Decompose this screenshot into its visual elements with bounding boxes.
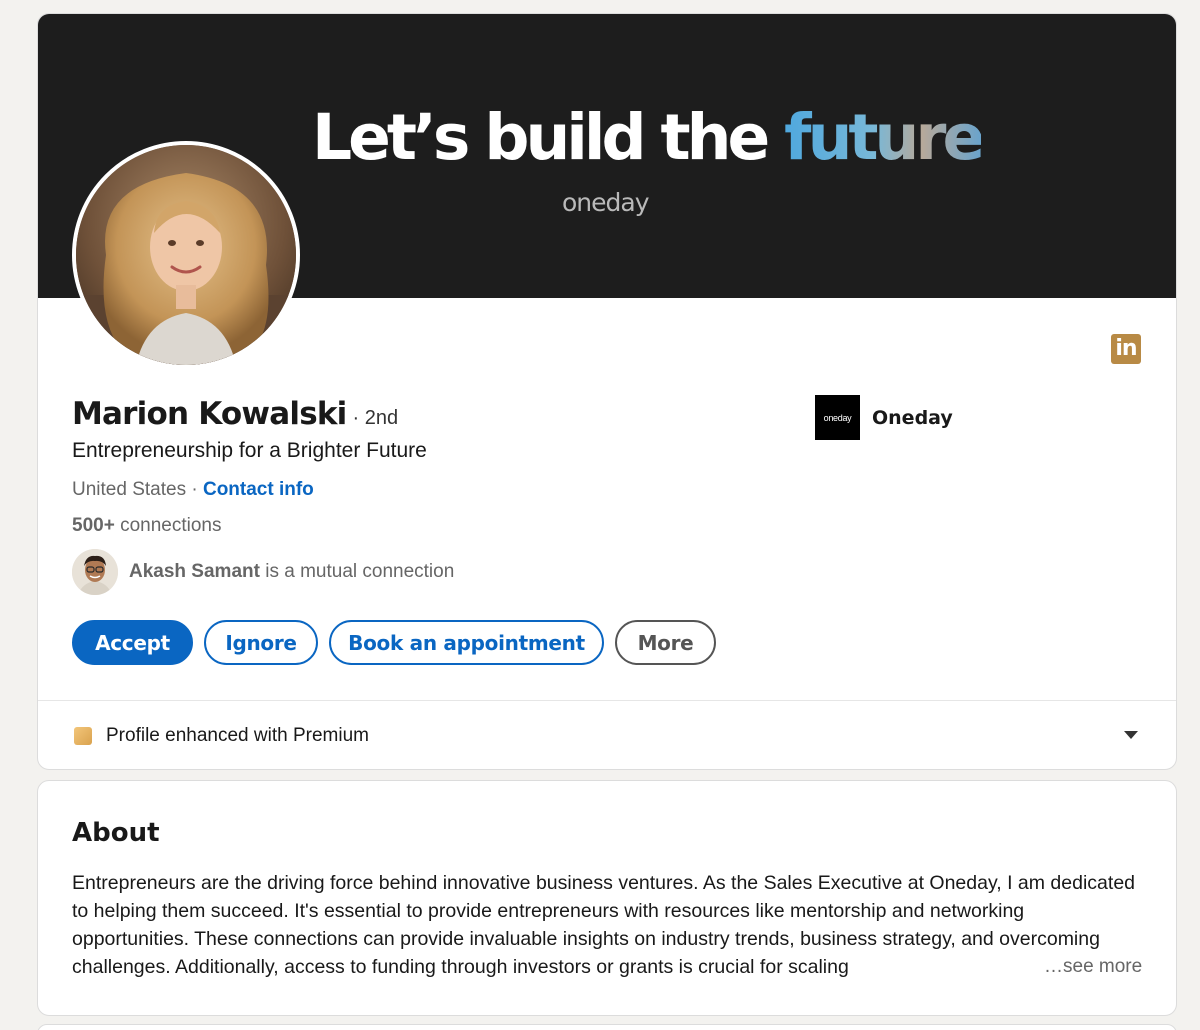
company-logo: oneday [815,395,860,440]
location-separator: · [186,479,203,500]
caret-down-icon[interactable] [1124,731,1138,739]
banner-brand: oneday [562,188,650,217]
current-company[interactable]: oneday Oneday [815,395,953,440]
connection-degree: · 2nd [352,407,399,429]
profile-name: Marion Kowalski [72,396,347,432]
banner-headline: Let’s build the future [312,106,985,169]
premium-banner[interactable]: Profile enhanced with Premium [38,700,1176,769]
name-row: Marion Kowalski · 2nd [72,396,398,432]
premium-icon [74,727,92,745]
linkedin-icon[interactable]: in [1111,334,1141,364]
profile-actions: Accept Ignore Book an appointment More [72,620,716,665]
accept-button[interactable]: Accept [72,620,193,665]
book-appointment-button[interactable]: Book an appointment [329,620,604,665]
profile-photo-image [76,145,296,365]
connections-count[interactable]: 500+ connections [72,515,221,537]
mutual-connection[interactable]: Akash Samant is a mutual connection [72,549,454,595]
ignore-button[interactable]: Ignore [204,620,318,665]
mutual-connection-avatar [72,549,118,595]
company-name: Oneday [872,406,953,429]
profile-location: United States [72,479,187,500]
mutual-connection-text: Akash Samant is a mutual connection [129,561,454,583]
banner-headline-main: Let’s build the [312,101,785,174]
banner-headline-accent: future [784,101,985,174]
location-row: United States · Contact info [72,479,314,501]
more-button[interactable]: More [615,620,716,665]
mutual-connection-name: Akash Samant [129,561,260,582]
premium-text: Profile enhanced with Premium [106,725,369,746]
profile-headline: Entrepreneurship for a Brighter Future [72,439,427,462]
see-more-link[interactable]: …see more [1042,953,1143,981]
next-section-card [37,1024,1177,1030]
profile-photo[interactable] [72,141,300,369]
about-card: About Entrepreneurs are the driving forc… [37,780,1177,1016]
about-title: About [72,818,160,848]
about-text: Entrepreneurs are the driving force behi… [72,872,1136,978]
profile-card: Let’s build the future oneday in Marion … [37,13,1177,770]
connections-number: 500+ [72,515,115,536]
mutual-connection-suffix: is a mutual connection [259,561,455,582]
connections-label: connections [114,515,222,536]
mutual-avatar-image [72,549,118,595]
contact-info-link[interactable]: Contact info [203,479,314,500]
